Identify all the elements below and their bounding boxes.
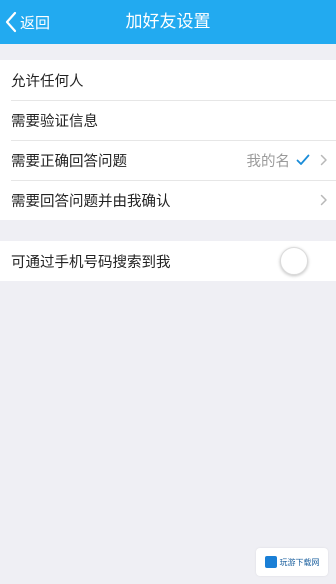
chevron-right-icon bbox=[320, 154, 327, 166]
option-require-verification[interactable]: 需要验证信息 bbox=[0, 100, 336, 140]
option-label: 需要验证信息 bbox=[11, 113, 98, 130]
option-label: 允许任何人 bbox=[11, 73, 84, 90]
phone-search-label: 可通过手机号码搜索到我 bbox=[11, 254, 171, 271]
navigation-bar: 返回 加好友设置 bbox=[0, 0, 336, 44]
watermark-logo: 玩游下载网 bbox=[256, 548, 328, 576]
option-value: 我的名 bbox=[246, 153, 291, 170]
watermark-text: 玩游下载网 bbox=[279, 557, 320, 567]
option-accessory bbox=[320, 180, 328, 220]
phone-search-row: 可通过手机号码搜索到我 bbox=[0, 241, 336, 281]
option-label: 需要正确回答问题 bbox=[11, 153, 127, 170]
add-friend-options: 允许任何人 需要验证信息 需要正确回答问题 我的名 需要回答问题并由我确认 bbox=[0, 60, 336, 220]
chevron-right-icon bbox=[320, 194, 327, 206]
phone-search-toggle[interactable] bbox=[280, 247, 308, 275]
option-accessory: 我的名 bbox=[247, 140, 329, 180]
check-icon bbox=[296, 154, 310, 165]
option-label: 需要回答问题并由我确认 bbox=[11, 193, 171, 210]
option-answer-and-confirm[interactable]: 需要回答问题并由我确认 bbox=[0, 180, 336, 220]
phone-search-group: 可通过手机号码搜索到我 bbox=[0, 241, 336, 281]
watermark-icon bbox=[264, 556, 277, 568]
option-allow-anyone[interactable]: 允许任何人 bbox=[0, 60, 336, 100]
page-title: 加好友设置 bbox=[125, 12, 211, 32]
option-require-correct-answer[interactable]: 需要正确回答问题 我的名 bbox=[0, 140, 336, 180]
